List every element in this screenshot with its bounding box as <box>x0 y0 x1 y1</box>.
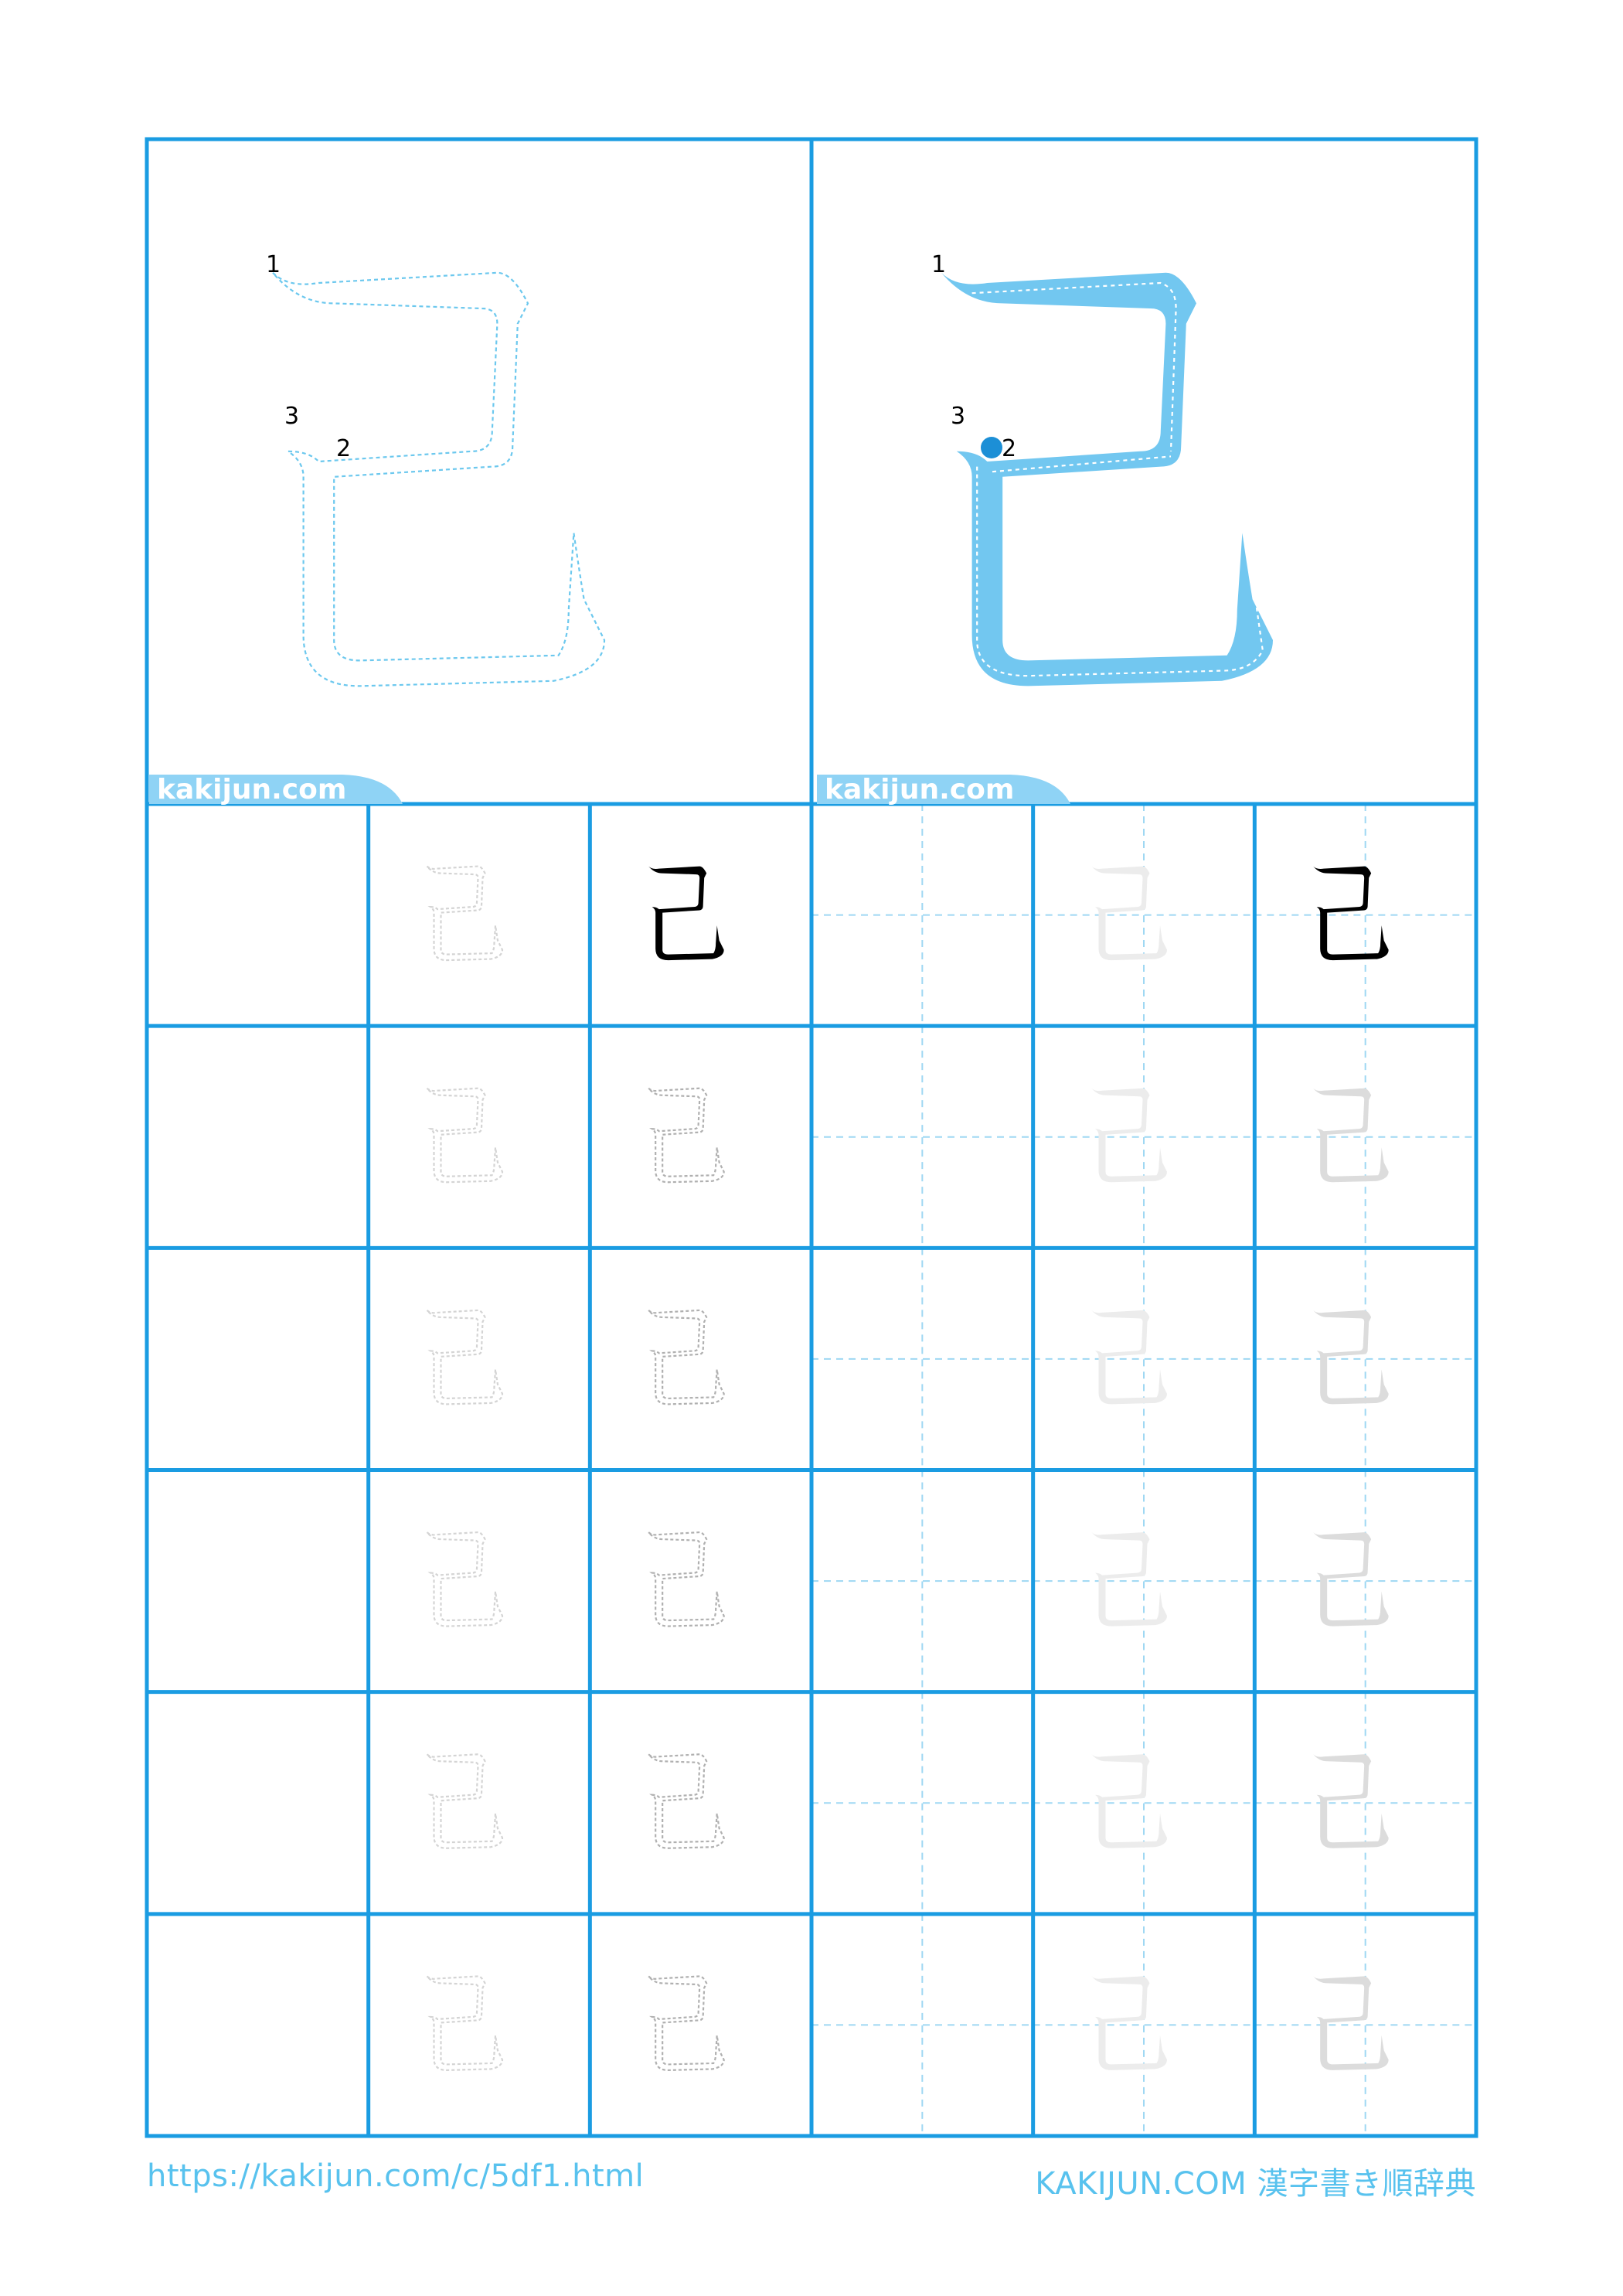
trace-character-faded <box>1091 866 1167 961</box>
stroke-order-filled <box>941 272 1273 686</box>
solid-glyph <box>1313 1976 1389 2070</box>
sheet-content: 1 2 3 1 2 3 kakijun.com kakijun.com <box>149 251 1389 2072</box>
dotted-outline <box>648 1975 725 2072</box>
solid-glyph <box>1313 1310 1389 1405</box>
solid-glyph <box>1313 1088 1389 1183</box>
trace-character <box>648 1753 725 1849</box>
trace-character-gray <box>1313 1532 1389 1627</box>
dotted-outline <box>426 1531 504 1627</box>
trace-character-gray <box>1313 1310 1389 1405</box>
trace-character-faded <box>1091 1976 1167 2070</box>
dotted-outline <box>426 1087 504 1184</box>
dotted-outline <box>273 273 604 686</box>
solid-glyph <box>1313 1754 1389 1848</box>
practice-sheet: 1 2 3 1 2 3 kakijun.com kakijun.com <box>145 137 1478 2138</box>
trace-character-light <box>426 1531 504 1627</box>
stroke-start-dot <box>981 437 1002 458</box>
stroke-centerline <box>972 283 1263 676</box>
site-badge-left: kakijun.com <box>149 774 403 806</box>
badge-text: kakijun.com <box>825 774 1014 806</box>
dotted-outline <box>426 1309 504 1405</box>
solid-glyph <box>1091 1310 1167 1405</box>
stroke-number-2: 2 <box>336 435 351 462</box>
solid-glyph <box>648 866 724 961</box>
dotted-outline <box>648 1087 725 1184</box>
footer-brand: KAKIJUN.COM 漢字書き順辞典 <box>1035 2166 1476 2202</box>
dotted-outline <box>426 1975 504 2072</box>
trace-character-light <box>426 1753 504 1849</box>
site-badge-right: kakijun.com <box>817 774 1070 806</box>
trace-character-gray <box>1313 1754 1389 1848</box>
stroke-number-1: 1 <box>931 251 946 278</box>
trace-character-gray <box>1313 1976 1389 2070</box>
solid-glyph <box>1313 866 1389 961</box>
trace-character <box>648 1531 725 1627</box>
solid-glyph <box>1091 1088 1167 1183</box>
badge-text: kakijun.com <box>157 774 346 806</box>
stroke-fill <box>941 272 1273 686</box>
stroke-number-3: 3 <box>951 403 965 430</box>
dotted-outline <box>648 1309 725 1405</box>
trace-character-light <box>426 1975 504 2072</box>
dotted-outline <box>648 1753 725 1849</box>
dotted-outline <box>648 1531 725 1627</box>
trace-character <box>648 1087 725 1184</box>
model-character <box>648 866 724 961</box>
trace-character-faded <box>1091 1754 1167 1848</box>
trace-character <box>648 1309 725 1405</box>
dotted-outline <box>426 865 504 962</box>
model-character <box>1313 866 1389 961</box>
solid-glyph <box>1091 866 1167 961</box>
solid-glyph <box>1091 1532 1167 1627</box>
dotted-outline <box>426 1753 504 1849</box>
trace-character-faded <box>1091 1532 1167 1627</box>
trace-character-faded <box>1091 1088 1167 1183</box>
trace-character-light <box>426 1309 504 1405</box>
stroke-number-3: 3 <box>284 403 299 430</box>
trace-character-light <box>426 865 504 962</box>
stroke-number-2: 2 <box>1002 435 1016 462</box>
solid-glyph <box>1313 1532 1389 1627</box>
stroke-number-1: 1 <box>266 251 281 278</box>
footer-url[interactable]: https://kakijun.com/c/5df1.html <box>147 2158 644 2194</box>
trace-character-faded <box>1091 1310 1167 1405</box>
stroke-order-outline <box>273 273 604 686</box>
trace-character <box>648 1975 725 2072</box>
trace-character-gray <box>1313 1088 1389 1183</box>
solid-glyph <box>1091 1976 1167 2070</box>
trace-character-light <box>426 1087 504 1184</box>
solid-glyph <box>1091 1754 1167 1848</box>
